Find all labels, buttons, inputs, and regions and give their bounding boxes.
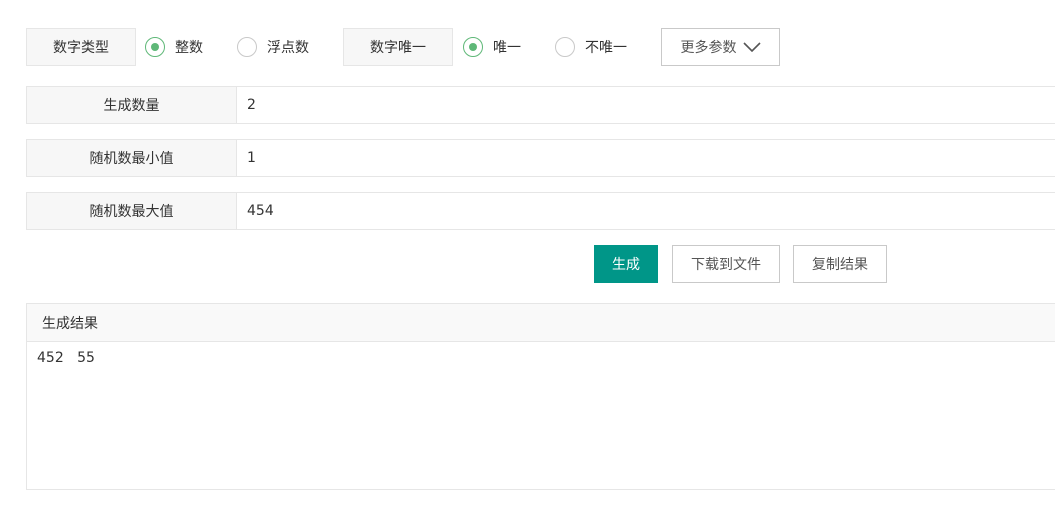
copy-result-button[interactable]: 复制结果 — [793, 245, 887, 283]
more-params-button[interactable]: 更多参数 — [661, 28, 780, 66]
count-input[interactable]: 2 — [237, 87, 1055, 123]
download-button[interactable]: 下载到文件 — [672, 245, 780, 283]
radio-unchecked-icon — [555, 37, 575, 57]
result-title: 生成结果 — [27, 304, 1055, 342]
chevron-down-icon — [742, 42, 761, 52]
radio-not-unique[interactable]: 不唯一 — [555, 37, 627, 57]
number-type-label: 数字类型 — [26, 28, 136, 66]
more-params-label: 更多参数 — [680, 40, 737, 56]
radio-float[interactable]: 浮点数 — [237, 37, 309, 57]
radio-checked-icon — [463, 37, 483, 57]
max-input[interactable]: 454 — [237, 193, 1055, 229]
radio-unique[interactable]: 唯一 — [463, 37, 521, 57]
radio-checked-icon — [145, 37, 165, 57]
field-count: 生成数量 2 — [26, 86, 1055, 124]
field-label: 随机数最大值 — [27, 193, 237, 229]
radio-integer[interactable]: 整数 — [145, 37, 203, 57]
radio-label: 唯一 — [493, 40, 521, 56]
unique-label: 数字唯一 — [343, 28, 453, 66]
generate-button[interactable]: 生成 — [594, 245, 658, 283]
radio-label: 不唯一 — [585, 40, 627, 56]
result-panel: 生成结果 452 55 — [26, 303, 1055, 490]
radio-label: 整数 — [175, 40, 203, 56]
radio-unchecked-icon — [237, 37, 257, 57]
min-input[interactable]: 1 — [237, 140, 1055, 176]
field-max: 随机数最大值 454 — [26, 192, 1055, 230]
result-textarea[interactable]: 452 55 — [27, 342, 1055, 374]
radio-label: 浮点数 — [267, 40, 309, 56]
field-label: 生成数量 — [27, 87, 237, 123]
field-min: 随机数最小值 1 — [26, 139, 1055, 177]
field-label: 随机数最小值 — [27, 140, 237, 176]
